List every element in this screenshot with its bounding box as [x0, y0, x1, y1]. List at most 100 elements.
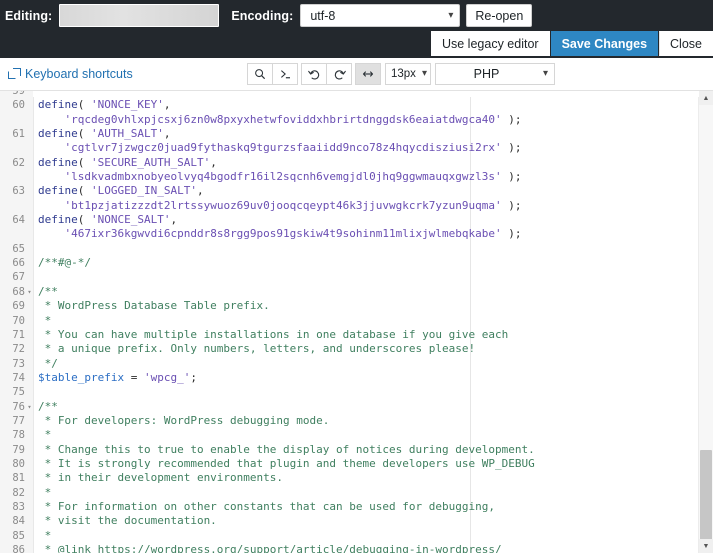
redo-icon [333, 68, 346, 81]
code-line-text: * in their development environments. [38, 471, 283, 485]
code-line[interactable]: 84 * visit the documentation. [0, 514, 699, 528]
code-fold-arrow-icon[interactable]: ▾ [26, 285, 33, 299]
code-line[interactable]: 61 define( 'AUTH_SALT', [0, 127, 699, 141]
line-number: 84 [0, 514, 25, 528]
line-number: 68 [0, 285, 25, 299]
code-line-text: * It is strongly recommended that plugin… [38, 457, 535, 471]
code-line-text: * [38, 314, 51, 328]
code-editor[interactable]: 59 'gehltoby2lzbgsycosro5nvuxjoopouugexb… [0, 91, 699, 553]
keyboard-shortcuts-label: Keyboard shortcuts [25, 67, 133, 81]
code-line[interactable]: 79 * Change this to true to enable the d… [0, 443, 699, 457]
wrap-icon [361, 68, 375, 80]
editing-filename-field[interactable] [59, 4, 219, 27]
code-line[interactable]: 75 [0, 385, 699, 399]
line-number: 75 [0, 385, 25, 399]
code-line[interactable]: 83 * For information on other constants … [0, 500, 699, 514]
code-line[interactable]: 74 $table_prefix = 'wpcg_'; [0, 371, 699, 385]
code-line-text: 'cgtlvr7jzwgcz0juad9fythaskq9tgurzsfaaii… [38, 141, 521, 155]
code-line[interactable]: 68▾ /** [0, 285, 699, 299]
undo-button[interactable] [301, 63, 327, 85]
encoding-selected-value: utf-8 [310, 9, 335, 23]
code-line-text: /**#@-*/ [38, 256, 91, 270]
line-number: 62 [0, 156, 25, 170]
code-line[interactable]: 78 * [0, 428, 699, 442]
code-line[interactable]: 76▾/** [0, 400, 699, 414]
code-line-text: * [38, 428, 51, 442]
code-lines-container[interactable]: 59 'gehltoby2lzbgsycosro5nvuxjoopouugexb… [0, 91, 699, 553]
code-line[interactable]: 60 define( 'NONCE_KEY', [0, 98, 699, 112]
code-line[interactable]: 66/**#@-*/ [0, 256, 699, 270]
code-line[interactable]: 'rqcdeg0vhlxpjcsxj6zn0w8pxyxhetwfoviddxh… [0, 113, 699, 127]
print-margin-ruler [470, 91, 471, 553]
code-line[interactable]: 63define( 'LOGGED_IN_SALT', [0, 184, 699, 198]
editor-toolbar: Keyboard shortcuts [0, 58, 713, 91]
code-line[interactable]: 69 * WordPress Database Table prefix. [0, 299, 699, 313]
line-number: 65 [0, 242, 25, 256]
font-size-value: 13px [391, 68, 416, 80]
code-line[interactable]: '467ixr36kgwvdi6cpnddr8s8rgg9pos91gskiw4… [0, 227, 699, 241]
code-line-text: * WordPress Database Table prefix. [38, 299, 270, 313]
code-line[interactable]: 82 * [0, 486, 699, 500]
line-number: 73 [0, 357, 25, 371]
editor-vertical-scrollbar[interactable]: ▲ ▼ [698, 91, 713, 553]
line-number: 74 [0, 371, 25, 385]
line-number: 64 [0, 213, 25, 227]
reopen-button[interactable]: Re-open [466, 4, 532, 27]
code-line[interactable]: 86 * @link https://wordpress.org/support… [0, 543, 699, 553]
keyboard-shortcuts-link[interactable]: Keyboard shortcuts [8, 67, 133, 81]
search-button[interactable] [247, 63, 273, 85]
code-line[interactable]: 65 [0, 242, 699, 256]
line-number: 60 [0, 98, 25, 112]
code-line-text: * [38, 486, 51, 500]
code-line-text: define( 'AUTH_SALT', [38, 127, 170, 141]
code-line-text: * For developers: WordPress debugging mo… [38, 414, 329, 428]
code-line[interactable]: 64define( 'NONCE_SALT', [0, 213, 699, 227]
code-line[interactable]: 81 * in their development environments. [0, 471, 699, 485]
line-number: 76 [0, 400, 25, 414]
close-button[interactable]: Close [659, 31, 713, 56]
header-row-actions: Use legacy editor Save Changes Close [431, 30, 713, 57]
scrollbar-track[interactable] [699, 105, 713, 539]
code-line[interactable]: 72 * a unique prefix. Only numbers, lett… [0, 342, 699, 356]
code-fold-arrow-icon[interactable]: ▾ [26, 400, 33, 414]
scroll-up-arrow-icon[interactable]: ▲ [699, 91, 713, 105]
encoding-label: Encoding: [231, 9, 293, 23]
line-number: 82 [0, 486, 25, 500]
code-line[interactable]: 'cgtlvr7jzwgcz0juad9fythaskq9tgurzsfaaii… [0, 141, 699, 155]
toggle-word-wrap-button[interactable] [355, 63, 381, 85]
language-mode-select[interactable]: PHP ▾ [435, 63, 555, 85]
console-button[interactable] [272, 63, 298, 85]
code-line[interactable]: 77 * For developers: WordPress debugging… [0, 414, 699, 428]
line-number: 71 [0, 328, 25, 342]
editor-header-bar: Editing: Encoding: utf-8 ▾ Re-open Use l… [0, 0, 713, 58]
code-line[interactable]: 73 */ [0, 357, 699, 371]
line-number: 79 [0, 443, 25, 457]
code-line[interactable]: 'lsdkvadmbxnobyeolvyq4bgodfr16il2sqcnh6v… [0, 170, 699, 184]
encoding-select[interactable]: utf-8 ▾ [300, 4, 460, 27]
code-line-text: $table_prefix = 'wpcg_'; [38, 371, 197, 385]
scroll-down-arrow-icon[interactable]: ▼ [699, 539, 713, 553]
code-line-text: define( 'NONCE_KEY', [38, 98, 170, 112]
code-line-text: /** [38, 285, 58, 299]
chevron-down-icon: ▾ [448, 11, 453, 21]
code-line[interactable]: 67 [0, 270, 699, 284]
external-link-icon [8, 68, 21, 81]
code-line[interactable]: 70 * [0, 314, 699, 328]
redo-button[interactable] [326, 63, 352, 85]
code-line-text: * a unique prefix. Only numbers, letters… [38, 342, 475, 356]
code-line[interactable]: 'bt1pzjatizzzdt2lrtssywuoz69uv0jooqcqeyp… [0, 199, 699, 213]
line-number: 61 [0, 127, 25, 141]
scrollbar-thumb[interactable] [700, 450, 712, 550]
code-line[interactable]: 62define( 'SECURE_AUTH_SALT', [0, 156, 699, 170]
code-line-text: * Change this to true to enable the disp… [38, 443, 535, 457]
chevron-down-icon-language: ▾ [543, 69, 548, 79]
save-changes-button[interactable]: Save Changes [551, 31, 658, 56]
chevron-down-icon-fontsize: ▾ [422, 69, 427, 79]
code-line[interactable]: 80 * It is strongly recommended that plu… [0, 457, 699, 471]
code-line[interactable]: 71 * You can have multiple installations… [0, 328, 699, 342]
use-legacy-editor-button[interactable]: Use legacy editor [431, 31, 550, 56]
code-line[interactable]: 85 * [0, 529, 699, 543]
font-size-select[interactable]: 13px ▾ [385, 63, 431, 85]
line-number: 80 [0, 457, 25, 471]
line-number: 59 [0, 91, 25, 98]
